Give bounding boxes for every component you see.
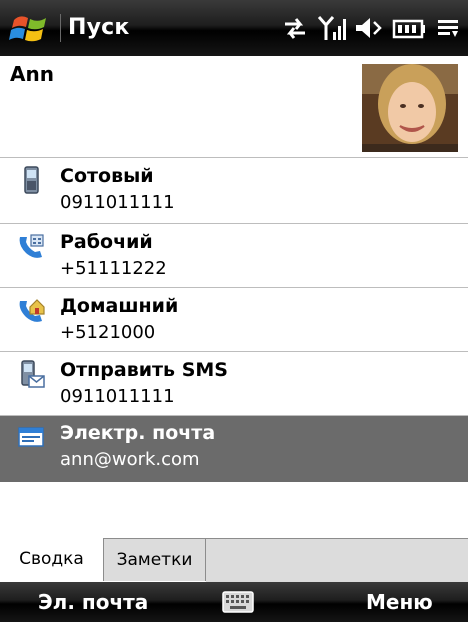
work-phone-icon <box>19 234 44 258</box>
tab-notes[interactable]: Заметки <box>104 538 206 581</box>
softkey-right-menu[interactable]: Меню <box>366 582 433 622</box>
row-label: Электр. почта <box>60 422 216 444</box>
mobile-phone-icon <box>24 166 39 194</box>
signal-strength-icon[interactable] <box>318 14 348 42</box>
tab-summary[interactable]: Сводка <box>0 538 104 581</box>
connectivity-icon[interactable] <box>282 14 308 42</box>
list-item-work[interactable]: Рабочий +51111222 <box>0 225 468 289</box>
tab-strip-background <box>206 538 468 582</box>
windows-start-icon[interactable] <box>8 10 52 46</box>
softkey-left-email[interactable]: Эл. почта <box>38 582 148 622</box>
row-value: +51111222 <box>60 258 167 279</box>
row-value: 0911011111 <box>60 192 175 213</box>
volume-icon[interactable] <box>354 14 384 42</box>
list-item-mobile[interactable]: Сотовый 0911011111 <box>0 159 468 223</box>
divider <box>0 157 468 158</box>
tab-strip: Сводка Заметки <box>0 538 468 582</box>
list-item-email[interactable]: Электр. почта ann@work.com <box>0 416 468 482</box>
contact-photo[interactable] <box>362 64 458 152</box>
divider <box>0 287 468 288</box>
battery-icon[interactable] <box>392 14 426 42</box>
contact-name: Ann <box>10 62 54 86</box>
list-item-home[interactable]: Домашний +5121000 <box>0 289 468 353</box>
row-label: Рабочий <box>60 231 153 253</box>
email-icon <box>18 427 44 447</box>
notification-list-icon[interactable] <box>436 14 460 42</box>
keyboard-icon[interactable] <box>222 590 254 614</box>
row-value: 0911011111 <box>60 386 175 407</box>
row-value: +5121000 <box>60 322 156 343</box>
row-label: Сотовый <box>60 165 154 187</box>
title-bar: Пуск <box>0 0 468 56</box>
row-label: Домашний <box>60 295 179 317</box>
home-phone-icon <box>19 299 45 322</box>
divider <box>0 223 468 224</box>
list-item-sms[interactable]: Отправить SMS 0911011111 <box>0 353 468 417</box>
contact-header: Ann <box>0 56 468 158</box>
divider <box>0 351 468 352</box>
row-label: Отправить SMS <box>60 359 228 381</box>
title-separator <box>60 14 61 42</box>
sms-icon <box>21 360 45 388</box>
title-start[interactable]: Пуск <box>68 10 130 46</box>
row-value: ann@work.com <box>60 449 200 470</box>
softkey-bar: Эл. почта Меню <box>0 582 468 622</box>
